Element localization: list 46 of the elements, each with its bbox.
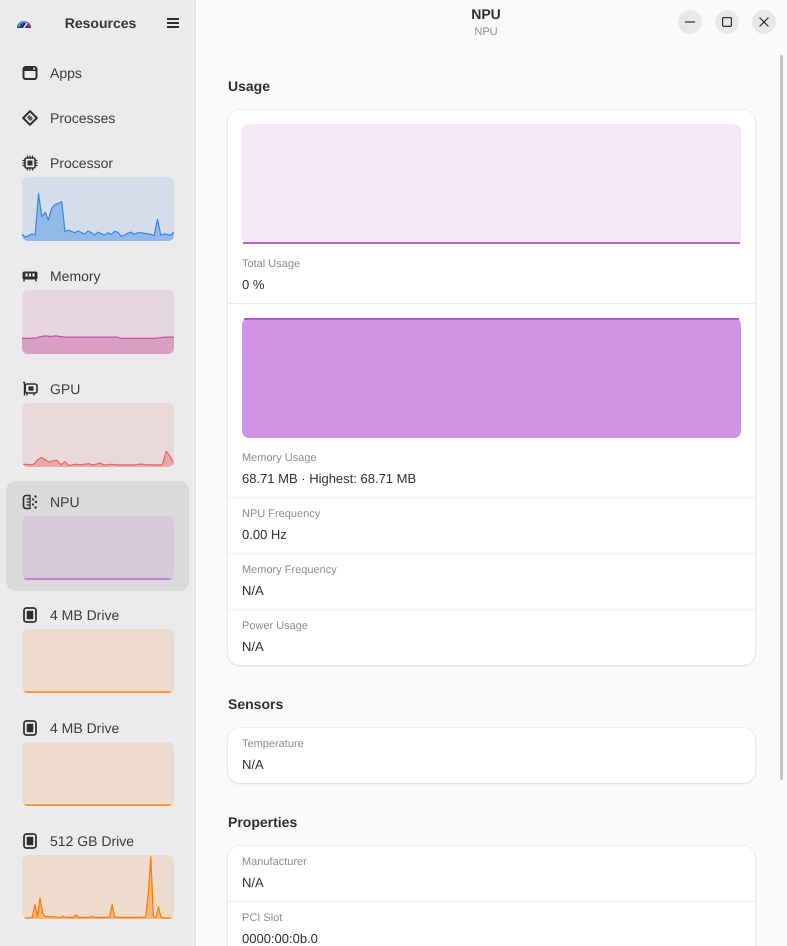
field-label: Power Usage	[242, 619, 310, 633]
drive-chip-icon	[22, 833, 38, 849]
sidebar-item[interactable]: Apps	[6, 52, 189, 94]
graphics-card-icon	[22, 381, 38, 397]
menu-icon	[167, 18, 179, 28]
field-value: 0000:00:0b.0	[242, 930, 319, 946]
field-label: NPU Frequency	[242, 507, 322, 521]
field-label: Total Usage	[242, 257, 302, 271]
field-value: N/A	[242, 582, 265, 600]
window-icon	[22, 65, 38, 81]
drive-chip-icon	[22, 720, 38, 736]
window-subtitle: NPU	[474, 25, 498, 39]
scrollbar[interactable]	[780, 55, 783, 780]
close-button[interactable]	[752, 10, 776, 34]
drive-chip-icon	[22, 607, 38, 623]
section-heading: Properties	[228, 813, 298, 832]
sidebar-item[interactable]: Processor	[6, 142, 189, 252]
sidebar-item[interactable]: 4 MB Drive	[6, 594, 189, 704]
sidebar-item[interactable]: NPU	[6, 481, 189, 591]
maximize-button[interactable]	[715, 10, 739, 34]
close-icon	[759, 17, 769, 27]
field-label: PCI Slot	[242, 911, 284, 925]
maximize-icon	[722, 17, 732, 27]
field-label: Memory Frequency	[242, 563, 338, 577]
sidebar-item[interactable]: GPU	[6, 368, 189, 478]
diamond-icon	[22, 110, 38, 126]
sidebar-item[interactable]: Processes	[6, 97, 189, 139]
field-label: Manufacturer	[242, 855, 308, 869]
sidebar-item[interactable]: 4 MB Drive	[6, 707, 189, 817]
field-value: N/A	[242, 874, 265, 892]
field-label: Memory Usage	[242, 451, 318, 465]
minimize-icon	[685, 21, 695, 23]
sidebar-item[interactable]: Memory	[6, 255, 189, 365]
section-heading: Usage	[228, 77, 272, 96]
field-value: N/A	[242, 756, 265, 774]
window-title: NPU	[471, 5, 501, 23]
section-heading: Sensors	[228, 695, 284, 714]
field-value: 0.00 Hz	[242, 526, 288, 544]
field-label: Temperature	[242, 737, 305, 751]
field-value: 0 %	[242, 276, 266, 294]
field-value: 68.71 MB · Highest: 68.71 MB	[242, 470, 418, 488]
sidebar-item[interactable]: 512 GB Drive	[6, 820, 189, 930]
field-value: N/A	[242, 638, 265, 656]
chip-icon	[22, 155, 38, 171]
app-title: Resources	[64, 14, 136, 32]
chip-dots-icon	[22, 494, 38, 510]
